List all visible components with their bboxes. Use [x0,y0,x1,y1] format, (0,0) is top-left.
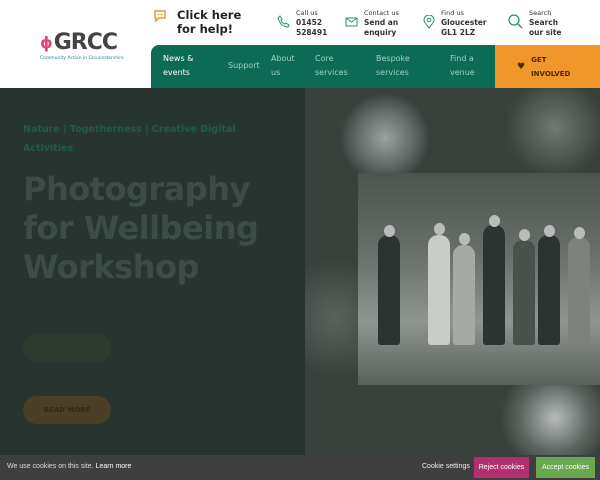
cookie-banner: We use cookies on this site. Learn more … [0,455,600,480]
hero-photo-group [358,173,600,385]
logo-text: GRCC [53,30,118,55]
nav-find-venue[interactable]: Find a venue [450,52,485,80]
hero-secondary-button[interactable] [23,334,111,362]
logo-people-icon: ɸ [40,33,53,52]
nav-support[interactable]: Support [228,59,260,73]
grcc-logo[interactable]: ɸ GRCC Community Action in Gloucestershir… [40,30,136,61]
logo-tagline: Community Action in Gloucestershire [40,56,124,61]
help-text: Click here for help! [177,8,242,36]
get-involved-label: GET INVOLVED [531,55,571,78]
nav-about-us[interactable]: About us [271,52,301,80]
find-value: Gloucester GL1 2LZ [441,18,487,37]
cookie-settings-link[interactable]: Cookie settings [422,463,470,470]
contact-label: Contact us [364,9,399,17]
nav-news-events[interactable]: News & events [163,52,208,80]
learn-more-link[interactable]: Learn more [96,463,132,470]
cookie-message: We use cookies on this site. [7,463,94,470]
call-value: 01452 528491 [296,18,328,37]
search-value: Search our site [529,18,562,37]
find-us[interactable]: Find us Gloucester GL1 2LZ [423,9,499,38]
search[interactable]: Search Search our site [508,9,574,38]
map-pin-icon [423,15,435,29]
envelope-icon [345,17,358,27]
find-label: Find us [441,9,464,17]
contact-value: Send an enquiry [364,18,399,37]
chat-bubble-icon [154,10,166,23]
hero-title: Photography for Wellbeing Workshop [23,170,259,286]
search-icon [508,14,523,29]
help-link[interactable]: Click here for help! [153,8,257,36]
accept-cookies-button[interactable]: Accept cookies [536,457,595,478]
get-involved-button[interactable]: ♥ GET INVOLVED [495,45,600,88]
call-us[interactable]: Call us 01452 528491 [277,9,328,38]
reject-cookies-button[interactable]: Reject cookies [474,457,529,478]
contact-us[interactable]: Contact us Send an enquiry [345,9,409,38]
hero-tags: Nature | Togetherness | Creative Digital… [23,124,236,154]
nav-core-services[interactable]: Core services [315,52,355,80]
read-more-button[interactable]: READ MORE [23,396,111,424]
phone-icon [277,15,290,28]
heart-icon: ♥ [517,61,526,72]
nav-bespoke-services[interactable]: Bespoke services [376,52,421,80]
call-label: Call us [296,9,318,17]
search-label: Search [529,9,552,17]
main-nav: News & events Support About us Core serv… [151,45,495,88]
